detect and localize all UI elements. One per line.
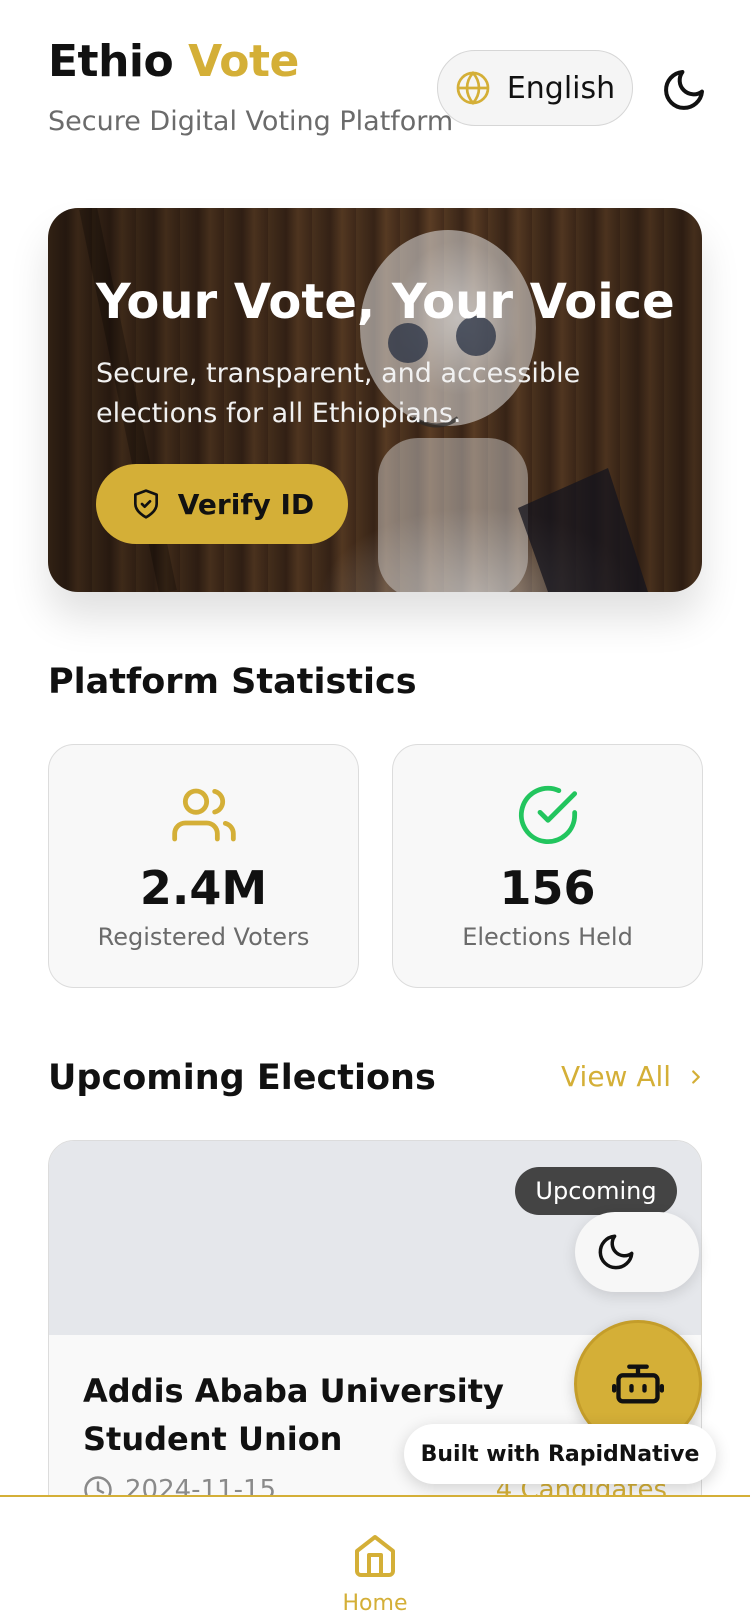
- verify-id-button[interactable]: Verify ID: [96, 464, 348, 544]
- language-selector[interactable]: English: [437, 50, 633, 126]
- upcoming-elections-title: Upcoming Elections: [48, 1058, 436, 1098]
- tab-home[interactable]: Home: [335, 1527, 415, 1617]
- bottom-tab-bar: Home: [0, 1495, 750, 1624]
- stat-label: Registered Voters: [97, 923, 310, 951]
- floating-theme-toggle[interactable]: [575, 1212, 699, 1292]
- check-circle-icon: [518, 785, 577, 845]
- stat-value: 156: [499, 861, 596, 915]
- users-icon: [171, 788, 236, 842]
- header: Ethio Vote Secure Digital Voting Platfor…: [48, 36, 710, 146]
- brand-accent: Vote: [188, 36, 299, 87]
- stat-value: 2.4M: [139, 861, 268, 915]
- tab-home-label: Home: [342, 1591, 408, 1616]
- stat-card-elections: 156 Elections Held: [392, 744, 703, 988]
- stat-label: Elections Held: [462, 923, 633, 951]
- built-with-badge[interactable]: Built with RapidNative: [404, 1424, 716, 1484]
- hero-banner: Your Vote, Your Voice Secure, transparen…: [48, 208, 702, 592]
- view-all-label: View All: [561, 1060, 672, 1093]
- hero-title: Your Vote, Your Voice: [96, 274, 675, 330]
- brand-primary: Ethio: [48, 36, 174, 87]
- globe-icon: [456, 71, 490, 105]
- home-icon: [355, 1535, 395, 1577]
- moon-icon: [598, 1234, 634, 1270]
- app-subtitle: Secure Digital Voting Platform: [48, 106, 454, 137]
- statistics-title: Platform Statistics: [48, 662, 417, 702]
- moon-icon[interactable]: [660, 66, 708, 114]
- verify-id-label: Verify ID: [177, 487, 315, 521]
- language-label: English: [506, 70, 616, 106]
- chevron-right-icon: [692, 1069, 700, 1084]
- hero-description: Secure, transparent, and accessible elec…: [96, 358, 581, 429]
- view-all-link[interactable]: View All: [561, 1060, 707, 1093]
- stat-card-voters: 2.4M Registered Voters: [48, 744, 359, 988]
- bot-icon: [612, 1364, 664, 1404]
- shield-check-icon: [133, 489, 158, 519]
- status-badge: Upcoming: [515, 1167, 677, 1215]
